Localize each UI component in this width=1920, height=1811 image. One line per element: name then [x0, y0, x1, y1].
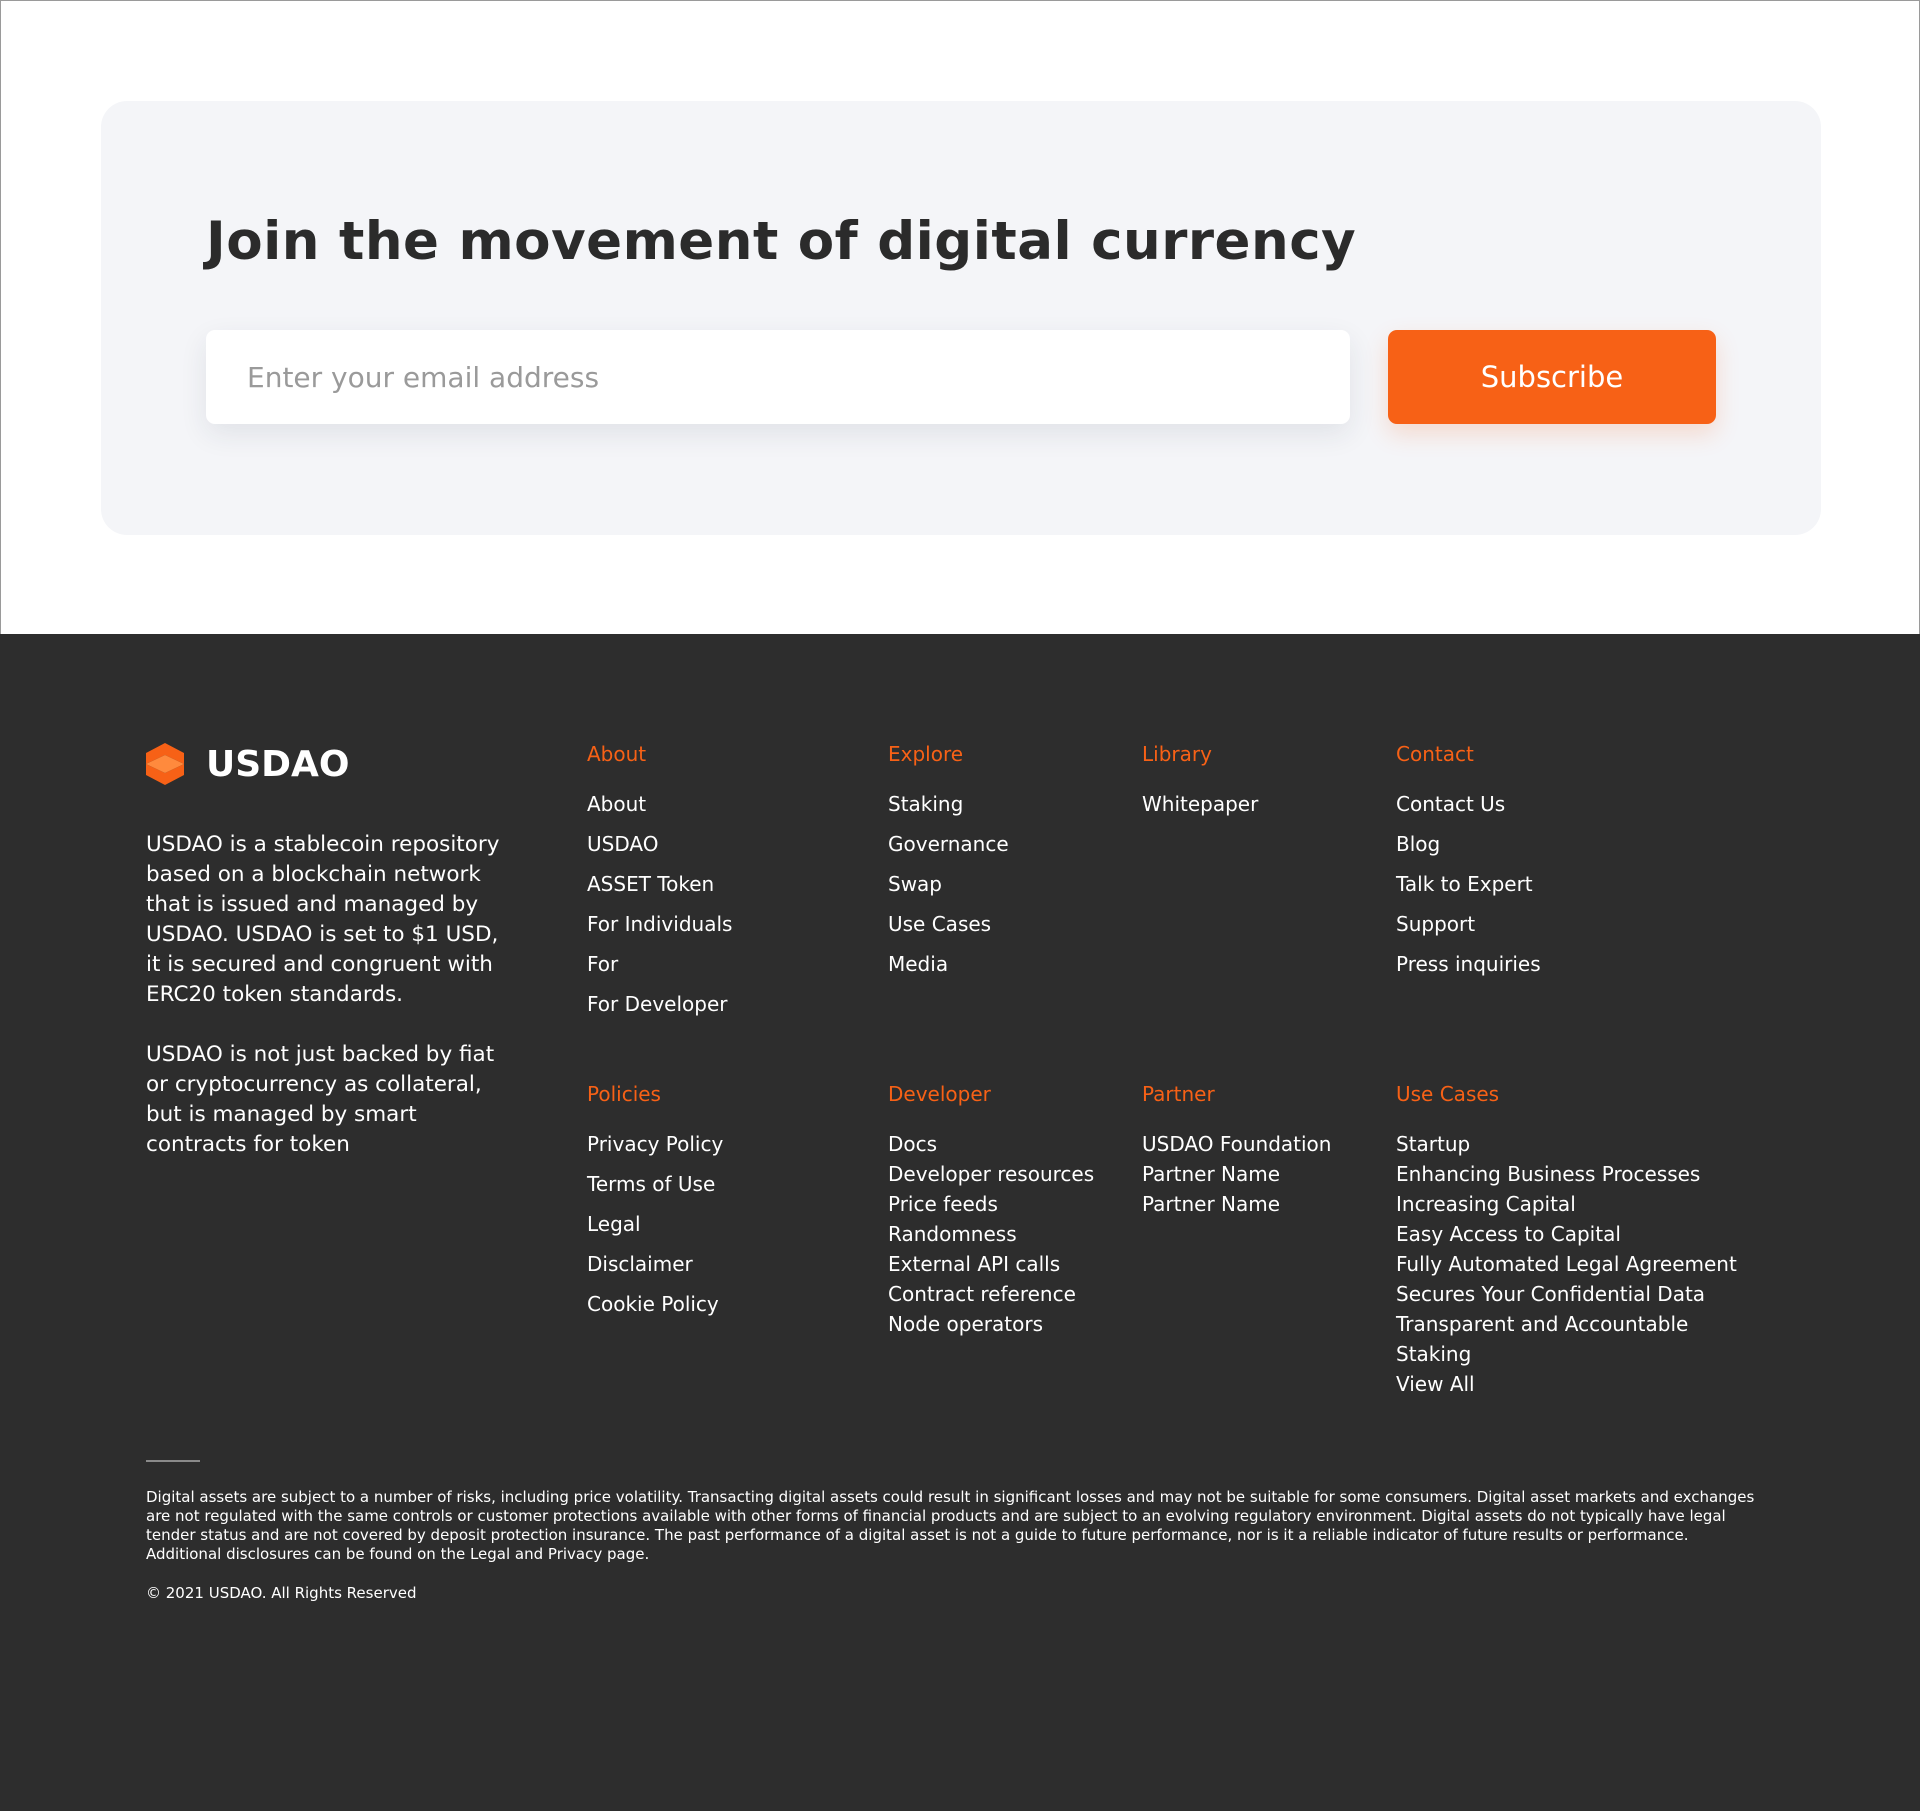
footer-column-explore: Explore Staking Governance Swap Use Case… [888, 742, 1009, 992]
footer-link[interactable]: Talk to Expert [1396, 872, 1533, 896]
footer-link[interactable]: For [587, 952, 618, 976]
link-list: Contact Us Blog Talk to Expert Support P… [1396, 792, 1541, 992]
footer-column-developer: Developer Docs Developer resources Price… [888, 1082, 1094, 1342]
brand-description-paragraph: USDAO is a stablecoin repository based o… [146, 832, 500, 1007]
footer-link[interactable]: Staking [1396, 1342, 1471, 1366]
site-footer: USDAO USDAO is a stablecoin repository b… [0, 634, 1920, 1811]
footer-link[interactable]: Governance [888, 832, 1009, 856]
link-list: Whitepaper [1142, 792, 1258, 832]
footer-link[interactable]: Fully Automated Legal Agreement [1396, 1252, 1737, 1276]
footer-link[interactable]: Randomness [888, 1222, 1017, 1246]
footer-column-use-cases: Use Cases Startup Enhancing Business Pro… [1396, 1082, 1737, 1402]
footer-link[interactable]: Easy Access to Capital [1396, 1222, 1621, 1246]
footer-link[interactable]: External API calls [888, 1252, 1060, 1276]
footer-link[interactable]: Contact Us [1396, 792, 1505, 816]
column-title: Contact [1396, 742, 1474, 766]
footer-link[interactable]: USDAO Foundation [1142, 1132, 1331, 1156]
footer-brand[interactable]: USDAO [146, 743, 350, 785]
brand-description: USDAO is a stablecoin repository based o… [146, 830, 506, 1190]
footer-link[interactable]: Partner Name [1142, 1192, 1280, 1216]
footer-column-library: Library Whitepaper [1142, 742, 1258, 832]
footer-column-about: About About USDAO ASSET Token For Indivi… [587, 742, 732, 1032]
footer-link[interactable]: Startup [1396, 1132, 1470, 1156]
footer-link[interactable]: Price feeds [888, 1192, 998, 1216]
footer-link[interactable]: Transparent and Accountable [1396, 1312, 1688, 1336]
link-list: Privacy Policy Terms of Use Legal Discla… [587, 1132, 723, 1332]
footer-link[interactable]: About [587, 792, 646, 816]
brand-name: USDAO [206, 743, 350, 785]
footer-link[interactable]: Contract reference [888, 1282, 1076, 1306]
footer-link[interactable]: Secures Your Confidential Data [1396, 1282, 1705, 1306]
subscribe-title: Join the movement of digital currency [206, 211, 1357, 272]
subscribe-card: Join the movement of digital currency Su… [101, 101, 1821, 535]
link-list: Staking Governance Swap Use Cases Media [888, 792, 1009, 992]
footer-link[interactable]: Swap [888, 872, 942, 896]
link-list: Startup Enhancing Business Processes Inc… [1396, 1132, 1737, 1402]
email-input[interactable] [247, 360, 1350, 394]
footer-link[interactable]: Staking [888, 792, 963, 816]
link-list: USDAO Foundation Partner Name Partner Na… [1142, 1132, 1331, 1222]
footer-column-partner: Partner USDAO Foundation Partner Name Pa… [1142, 1082, 1331, 1222]
brand-description-paragraph: USDAO is not just backed by fiat or cryp… [146, 1042, 495, 1157]
risk-disclaimer: Digital assets are subject to a number o… [146, 1488, 1755, 1563]
column-title: Explore [888, 742, 964, 766]
footer-link[interactable]: For Individuals [587, 912, 732, 936]
subscribe-section: Join the movement of digital currency Su… [0, 0, 1920, 634]
footer-link[interactable]: Use Cases [888, 912, 991, 936]
footer-link[interactable]: Support [1396, 912, 1475, 936]
footer-link[interactable]: Enhancing Business Processes [1396, 1162, 1700, 1186]
copyright: © 2021 USDAO. All Rights Reserved [146, 1584, 417, 1602]
column-title: Use Cases [1396, 1082, 1500, 1106]
column-title: Developer [888, 1082, 991, 1106]
footer-link[interactable]: ASSET Token [587, 872, 714, 896]
footer-link[interactable]: Whitepaper [1142, 792, 1258, 816]
footer-column-contact: Contact Contact Us Blog Talk to Expert S… [1396, 742, 1541, 992]
footer-link[interactable]: Partner Name [1142, 1162, 1280, 1186]
footer-link[interactable]: For Developer [587, 992, 727, 1016]
footer-link[interactable]: USDAO [587, 832, 658, 856]
footer-divider [146, 1460, 200, 1462]
footer-link[interactable]: Increasing Capital [1396, 1192, 1576, 1216]
footer-link[interactable]: Cookie Policy [587, 1292, 719, 1316]
footer-column-policies: Policies Privacy Policy Terms of Use Leg… [587, 1082, 723, 1332]
footer-link[interactable]: Terms of Use [587, 1172, 715, 1196]
footer-link[interactable]: Node operators [888, 1312, 1043, 1336]
subscribe-button[interactable]: Subscribe [1388, 330, 1716, 424]
column-title: Library [1142, 742, 1212, 766]
footer-link[interactable]: Press inquiries [1396, 952, 1541, 976]
footer-link[interactable]: Privacy Policy [587, 1132, 723, 1156]
column-title: Policies [587, 1082, 661, 1106]
footer-link[interactable]: View All [1396, 1372, 1475, 1396]
link-list: Docs Developer resources Price feeds Ran… [888, 1132, 1094, 1342]
column-title: Partner [1142, 1082, 1215, 1106]
footer-link[interactable]: Developer resources [888, 1162, 1094, 1186]
footer-link[interactable]: Disclaimer [587, 1252, 693, 1276]
footer-link[interactable]: Docs [888, 1132, 937, 1156]
footer-link[interactable]: Media [888, 952, 948, 976]
footer-link[interactable]: Legal [587, 1212, 641, 1236]
usdao-logo-icon [146, 743, 184, 785]
column-title: About [587, 742, 647, 766]
email-field[interactable] [206, 330, 1350, 424]
footer-link[interactable]: Blog [1396, 832, 1440, 856]
link-list: About USDAO ASSET Token For Individuals … [587, 792, 732, 1032]
